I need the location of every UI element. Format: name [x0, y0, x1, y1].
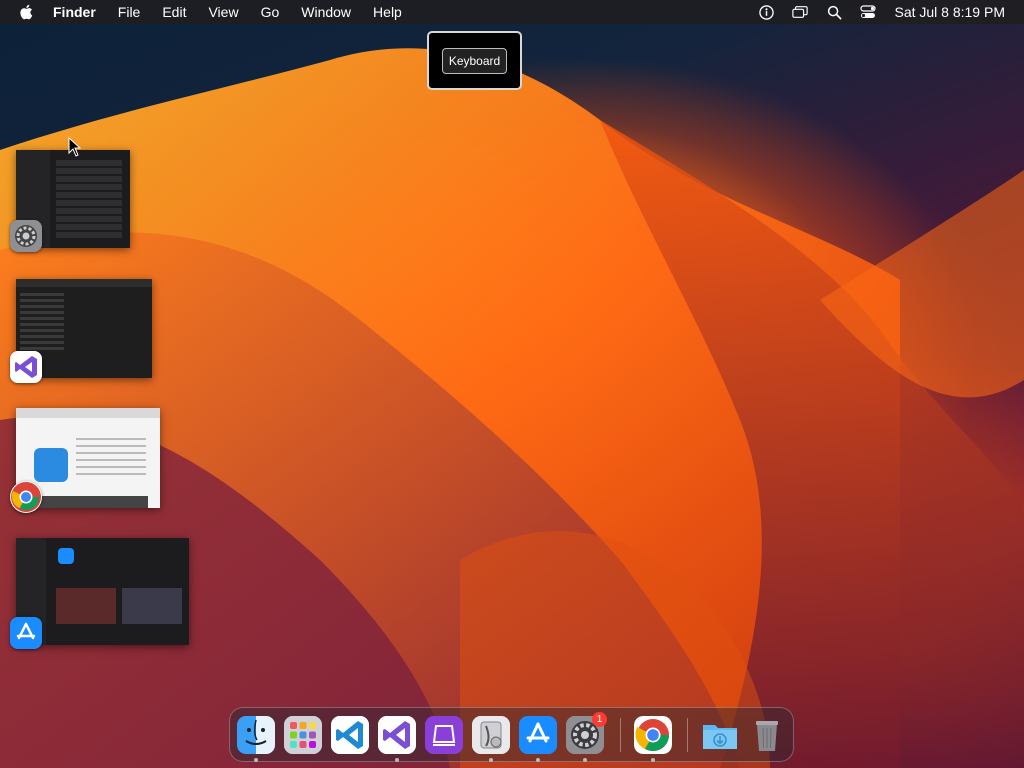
screen-mirroring-icon[interactable]: [792, 4, 809, 20]
keyboard-label[interactable]: Keyboard: [441, 47, 508, 74]
visual-studio-icon: [378, 716, 416, 754]
dock-downloads-folder[interactable]: [701, 716, 739, 754]
dock-running-indicator: [254, 758, 258, 762]
disk-utility-icon: [472, 716, 510, 754]
dock-app-store[interactable]: [519, 716, 557, 754]
app-store-icon: [519, 716, 557, 754]
dock-visual-studio[interactable]: [378, 716, 416, 754]
finder-icon: [237, 716, 275, 754]
desktop-wallpaper: [0, 0, 1024, 768]
dock-trash[interactable]: [748, 716, 786, 754]
dock-running-indicator: [395, 758, 399, 762]
control-center-icon[interactable]: [860, 4, 877, 20]
dock-separator: [687, 718, 688, 752]
apple-menu-icon[interactable]: [19, 4, 33, 20]
dock-disk-utility[interactable]: [472, 716, 510, 754]
chrome-icon: [10, 481, 42, 513]
dock-separator: [620, 718, 621, 752]
wallpaper-waves: [0, 48, 1024, 768]
menu-clock[interactable]: Sat Jul 8 8:19 PM: [894, 4, 1005, 20]
dock: 1: [229, 707, 794, 762]
system-settings-icon: [10, 220, 42, 252]
app-store-icon: [10, 617, 42, 649]
dock-running-indicator: [536, 758, 540, 762]
menu-go[interactable]: Go: [261, 4, 280, 20]
purple-app-icon: [425, 716, 463, 754]
dock-purple-app[interactable]: [425, 716, 463, 754]
keyboard-tooltip: Keyboard: [427, 31, 522, 90]
vscode-icon: [331, 716, 369, 754]
dock-launchpad[interactable]: [284, 716, 322, 754]
dock-running-indicator: [583, 758, 587, 762]
dock-chrome[interactable]: [634, 716, 672, 754]
dock-running-indicator: [651, 758, 655, 762]
launchpad-icon: [284, 716, 322, 754]
mouse-cursor-icon: [68, 137, 82, 157]
downloads-folder-icon: [703, 725, 737, 749]
menu-bar: Finder File Edit View Go Window Help Sat…: [0, 0, 1024, 24]
menu-file[interactable]: File: [118, 4, 141, 20]
spotlight-search-icon[interactable]: [826, 4, 842, 20]
menu-app-name[interactable]: Finder: [53, 4, 96, 20]
dock-running-indicator: [489, 758, 493, 762]
menu-view[interactable]: View: [208, 4, 238, 20]
menu-edit[interactable]: Edit: [162, 4, 186, 20]
menu-window[interactable]: Window: [301, 4, 351, 20]
chrome-icon: [634, 716, 672, 754]
dock-finder[interactable]: [237, 716, 275, 754]
accessibility-icon[interactable]: [758, 4, 774, 20]
trash-icon: [756, 721, 778, 751]
menu-help[interactable]: Help: [373, 4, 402, 20]
dock-vscode[interactable]: [331, 716, 369, 754]
visual-studio-icon: [10, 351, 42, 383]
notification-badge: 1: [592, 712, 607, 727]
